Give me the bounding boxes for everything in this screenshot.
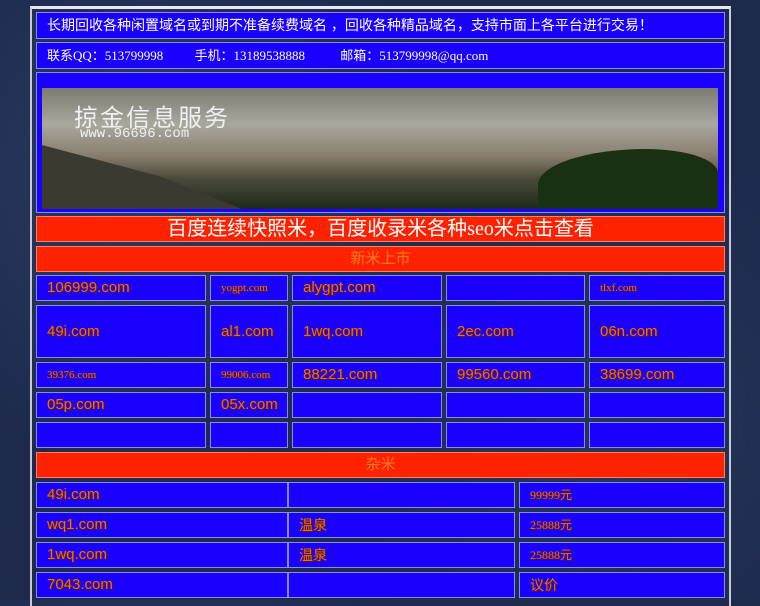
grid-cell — [292, 392, 442, 418]
grid-cell[interactable]: 106999.com — [36, 275, 206, 301]
grid-cell — [292, 422, 442, 448]
grid-cell[interactable]: 38699.com — [589, 362, 725, 388]
misc-domain[interactable]: wq1.com — [36, 512, 288, 538]
grid-cell[interactable]: 2ec.com — [446, 305, 585, 358]
grid-cell — [446, 392, 585, 418]
misc-desc — [288, 572, 515, 598]
grid-cell[interactable]: 39376.com — [36, 362, 206, 388]
grid-cell[interactable]: tlxf.com — [589, 275, 725, 301]
misc-price: 25888元 — [519, 512, 725, 538]
contact-phone: 手机：13189538888 — [194, 48, 306, 63]
grid-cell — [446, 422, 585, 448]
section-misc-header: 杂米 — [36, 452, 725, 478]
grid-cell[interactable]: 49i.com — [36, 305, 206, 358]
grid-cell — [446, 275, 585, 301]
contact-bar: 联系QQ：513799998 手机：13189538888 邮箱：5137999… — [36, 42, 725, 69]
banner-photo: 掠金信息服务 www.96696.com — [42, 88, 718, 209]
notice-banner: 长期回收各种闲置域名或到期不准备续费域名 ，回收各种精品域名，支持市面上各平台进… — [36, 12, 725, 39]
misc-domain[interactable]: 49i.com — [36, 482, 288, 508]
misc-desc: 温泉 — [288, 512, 515, 538]
grid-cell — [589, 422, 725, 448]
grid-cell[interactable]: 05p.com — [36, 392, 206, 418]
page-container: 长期回收各种闲置域名或到期不准备续费域名 ，回收各种精品域名，支持市面上各平台进… — [30, 6, 731, 606]
grid-cell[interactable]: alygpt.com — [292, 275, 442, 301]
banner-url: www.96696.com — [80, 126, 190, 142]
grid-cell — [589, 392, 725, 418]
promo-link[interactable]: 百度连续快照米，百度收录米各种seo米点击查看 — [36, 216, 725, 242]
misc-domain[interactable]: 1wq.com — [36, 542, 288, 568]
misc-desc — [288, 482, 515, 508]
section-new-header: 新米上市 — [36, 246, 725, 272]
grid-cell[interactable]: 1wq.com — [292, 305, 442, 358]
misc-domain[interactable]: 7043.com — [36, 572, 288, 598]
contact-email[interactable]: 邮箱：513799998@qq.com — [340, 48, 488, 63]
grid-cell[interactable]: 88221.com — [292, 362, 442, 388]
grid-cell[interactable]: 99006.com — [210, 362, 288, 388]
grid-cell[interactable]: 99560.com — [446, 362, 585, 388]
banner-image-box: 掠金信息服务 www.96696.com — [36, 72, 725, 213]
grid-cell[interactable]: 06n.com — [589, 305, 725, 358]
grid-cell — [36, 422, 206, 448]
contact-qq: 联系QQ：513799998 — [47, 48, 164, 63]
grid-cell[interactable]: yogpt.com — [210, 275, 288, 301]
misc-price: 25888元 — [519, 542, 725, 568]
misc-price: 议价 — [519, 572, 725, 598]
grid-cell[interactable]: 05x.com — [210, 392, 288, 418]
misc-price: 99999元 — [519, 482, 725, 508]
grid-cell[interactable]: al1.com — [210, 305, 288, 358]
misc-desc: 温泉 — [288, 542, 515, 568]
grid-cell — [210, 422, 288, 448]
